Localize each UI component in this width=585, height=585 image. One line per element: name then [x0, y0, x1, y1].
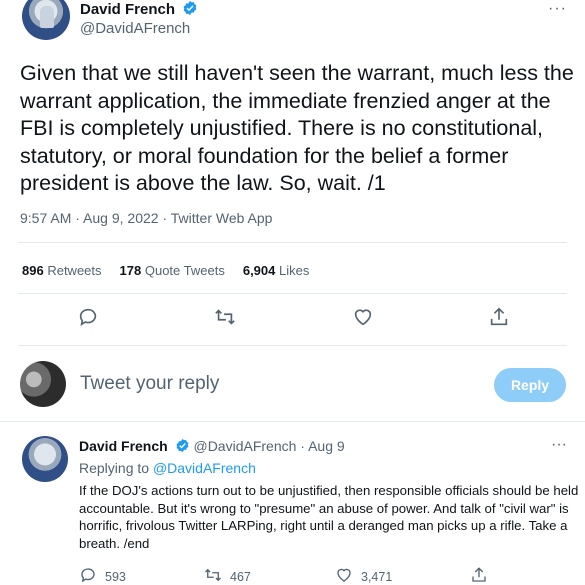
- author-handle[interactable]: @DavidAFrench: [80, 20, 190, 37]
- like-icon: [335, 566, 353, 585]
- tweet-source[interactable]: Twitter Web App: [171, 210, 273, 226]
- tweet-text: Given that we still haven't seen the war…: [20, 61, 574, 195]
- like-count: 3,471: [361, 569, 393, 584]
- tweet-actions: [0, 306, 585, 334]
- reply-button[interactable]: Reply: [494, 368, 566, 402]
- reply-like-button[interactable]: 3,471: [335, 566, 392, 585]
- like-icon[interactable]: [352, 306, 378, 332]
- user-avatar[interactable]: [20, 361, 66, 407]
- author-name-row[interactable]: David French: [80, 0, 198, 20]
- divider: [18, 345, 567, 346]
- more-icon[interactable]: ···: [551, 436, 567, 454]
- tweet-meta: 9:57 AM · Aug 9, 2022 · Twitter Web App: [20, 210, 273, 226]
- reply-author-row: David French @DavidAFrench · Aug 9: [79, 438, 345, 456]
- author-name[interactable]: David French: [80, 1, 175, 18]
- verified-badge-icon: [182, 0, 198, 20]
- reply-date[interactable]: Aug 9: [308, 438, 345, 454]
- retweet-count: 467: [230, 569, 251, 584]
- engagement-stats: 896 Retweets 178 Quote Tweets 6,904 Like…: [22, 263, 309, 278]
- reply-author-name[interactable]: David French: [79, 438, 168, 454]
- retweet-icon[interactable]: [214, 306, 240, 332]
- likes-stat[interactable]: 6,904 Likes: [243, 263, 310, 278]
- verified-badge-icon: [175, 438, 190, 456]
- reply-author-avatar[interactable]: [22, 436, 68, 482]
- replying-to-link[interactable]: @DavidAFrench: [153, 460, 256, 476]
- reply-icon: [79, 566, 97, 585]
- tweet-time[interactable]: 9:57 AM: [20, 210, 71, 226]
- replying-to: Replying to @DavidAFrench: [79, 460, 256, 476]
- divider: [18, 293, 567, 294]
- retweet-icon: [204, 566, 222, 585]
- quote-tweets-stat[interactable]: 178 Quote Tweets: [120, 263, 225, 278]
- reply-retweet-button[interactable]: 467: [204, 566, 251, 585]
- reply-share-button[interactable]: [470, 566, 488, 585]
- reply-count: 593: [105, 569, 126, 584]
- more-icon[interactable]: ···: [548, 0, 567, 18]
- retweets-stat[interactable]: 896 Retweets: [22, 263, 102, 278]
- tweet-date[interactable]: Aug 9, 2022: [83, 210, 159, 226]
- reply-author-handle[interactable]: @DavidAFrench: [193, 438, 296, 454]
- reply-actions: 593 467 3,471: [0, 566, 585, 585]
- author-avatar[interactable]: [22, 0, 70, 40]
- share-icon[interactable]: [488, 306, 514, 332]
- divider: [0, 421, 585, 422]
- reply-input[interactable]: Tweet your reply: [80, 373, 219, 395]
- reply-icon[interactable]: [77, 306, 103, 332]
- reply-text: If the DOJ's actions turn out to be unju…: [79, 483, 579, 551]
- reply-reply-button[interactable]: 593: [79, 566, 126, 585]
- divider: [18, 242, 567, 243]
- share-icon: [470, 566, 488, 585]
